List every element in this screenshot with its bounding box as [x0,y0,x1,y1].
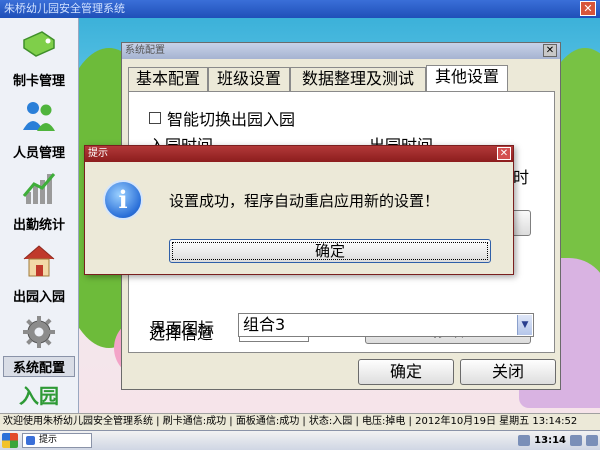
icon-select-value: 组合3 [243,315,286,334]
message-box-titlebar: 提示 [85,146,513,162]
gear-icon [23,316,55,348]
tab-class-settings[interactable]: 班级设置 [208,67,290,91]
settings-title: 系统配置 [125,45,165,56]
taskbar-item-label: 提示 [39,435,58,445]
icon-select[interactable]: 组合3 ▼ [238,313,534,337]
settings-titlebar: 系统配置 [122,43,560,59]
start-button[interactable] [2,433,18,448]
chevron-down-icon[interactable]: ▼ [517,315,532,335]
tab-basic-config[interactable]: 基本配置 [128,67,208,91]
taskbar: 提示 13:14 [0,430,600,450]
people-icon [23,102,55,131]
network-icon[interactable] [518,435,531,446]
sidebar-item-attendance-stats[interactable]: 出勤统计 [0,166,78,236]
window-icon [26,436,35,445]
app-titlebar: 朱桥幼儿园安全管理系统 ✕ [0,0,600,18]
settings-ok-button[interactable]: 确定 [358,359,454,385]
app-title: 朱桥幼儿园安全管理系统 [4,2,125,15]
system-tray: 13:14 [518,433,598,448]
sidebar: 制卡管理 人员管理 出勤统计 出园入园 系统配置 入园 [0,18,79,413]
time-suffix-label: 时 [513,168,530,187]
sidebar-item-label: 制卡管理 [12,74,65,89]
sidebar-item-label: 人员管理 [12,146,65,161]
sidebar-item-label: 出园入园 [12,290,65,305]
house-icon [23,245,55,277]
sidebar-item-people-management[interactable]: 人员管理 [0,94,78,164]
message-text: 设置成功，程序自动重启应用新的设置！ [169,192,440,210]
app-close-button[interactable]: ✕ [580,1,596,16]
sidebar-item-label: 系统配置 [3,356,75,377]
status-text: 欢迎使用朱桥幼儿园安全管理系统 | 刷卡通信:成功 | 面板通信:成功 | 状态… [3,416,578,427]
clock: 13:14 [534,435,566,446]
message-box: 提示 ✕ i 设置成功，程序自动重启应用新的设置！ 确定 [84,145,514,275]
icon-label: 界面图标 [150,319,215,338]
info-icon: i [103,180,143,220]
bar-chart-icon [22,173,56,204]
speaker-icon[interactable] [570,435,582,446]
card-tag-icon [23,31,55,57]
sidebar-item-label: 出勤统计 [12,218,65,233]
taskbar-item-prompt[interactable]: 提示 [22,433,92,448]
mode-indicator: 入园 [19,384,59,408]
settings-close-button[interactable]: 关闭 [460,359,556,385]
status-bar: 欢迎使用朱桥幼儿园安全管理系统 | 刷卡通信:成功 | 面板通信:成功 | 状态… [0,413,600,430]
tab-data-maintenance[interactable]: 数据整理及测试 [290,67,426,91]
message-box-close-icon[interactable]: ✕ [497,147,511,160]
message-ok-button[interactable]: 确定 [169,239,491,263]
sidebar-item-card-management[interactable]: 制卡管理 [0,22,78,92]
smart-switch-checkbox[interactable]: 智能切换出园入园 [149,106,295,130]
sidebar-item-system-config[interactable]: 系统配置 [0,310,78,380]
tab-other-settings[interactable]: 其他设置 [426,65,508,92]
checkbox-box[interactable] [149,112,161,124]
message-box-title: 提示 [88,148,108,159]
sidebar-item-entry-exit[interactable]: 出园入园 [0,238,78,308]
settings-close-icon[interactable]: ✕ [543,44,557,57]
checkbox-label: 智能切换出园入园 [167,110,296,129]
tray-app-icon[interactable] [586,435,598,446]
